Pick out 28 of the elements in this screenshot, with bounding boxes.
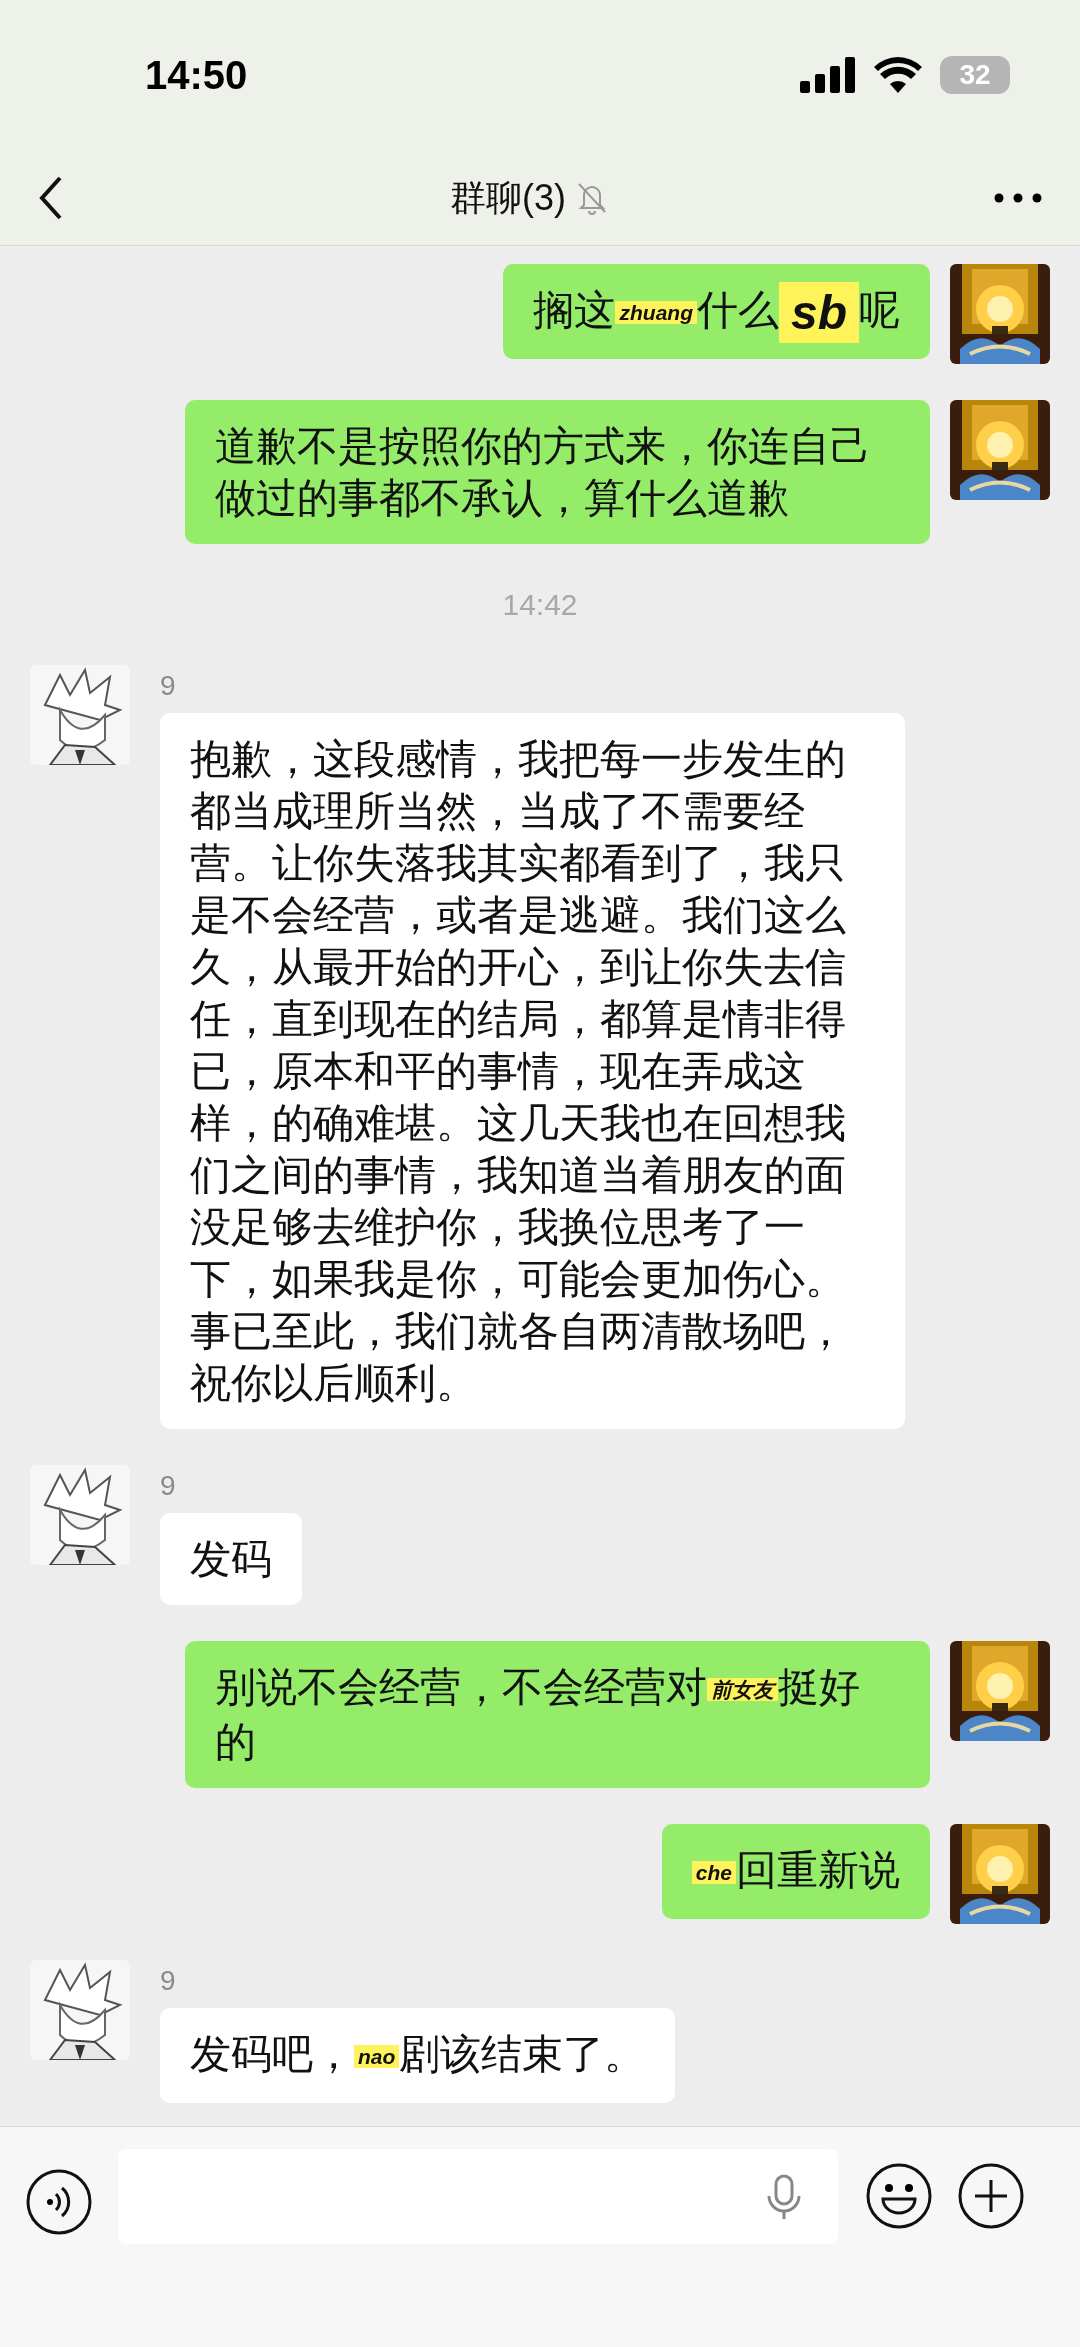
voice-icon[interactable] <box>26 2169 92 2235</box>
signal-icon <box>800 57 856 93</box>
sticker-label: sb <box>779 282 859 344</box>
more-icon[interactable] <box>994 192 1042 203</box>
message-bubble: che 回重新说 <box>661 1824 930 1920</box>
message-bubble: 发码 <box>160 1513 302 1605</box>
sender-name: 9 <box>160 1469 176 1503</box>
battery-indicator: 32 <box>940 56 1010 94</box>
message-bubble: 道歉不是按照你的方式来，你连自己做过的事都不承认，算什么道歉 <box>185 400 930 544</box>
sticker-label: che <box>691 1861 736 1885</box>
sticker-label: zhuang <box>615 301 697 325</box>
message-bubble: 发码吧，nao 剧该结束了。 <box>160 2008 676 2104</box>
timestamp: 14:42 <box>502 587 578 623</box>
back-icon[interactable] <box>38 175 64 220</box>
chat-title: 群聊(3) <box>450 175 566 220</box>
microphone-icon[interactable] <box>766 2173 802 2220</box>
sticker-label: nao <box>354 2045 400 2069</box>
sender-name: 9 <box>160 1964 176 1999</box>
emoji-icon[interactable] <box>866 2163 932 2229</box>
message-bubble: 抱歉，这段感情，我把每一步发生的都当成理所当然，当成了不需要经营。让你失落我其实都看到了，我只是不会经营，或者是逃避。我们这么久，从最开始的开心，到让你失去信任，直到现在的结局，都算是情非得已，原本和平的事情，现在弄成这样，的确难堪。这几天我也在回想我们之间的事情，我知道当着朋友的面没足够去维护你，我换位思考了一下，如果我是你，可能会更加伤心。事已至此，我们就各自两清散场吧，祝你以后顺利。 <box>160 713 905 1429</box>
sticker-label: 前女友 <box>707 1678 778 1702</box>
message-input-field[interactable] <box>118 2149 838 2244</box>
message-bubble: 别说不会经营，不会经营对 前女友挺好的 <box>185 1641 930 1789</box>
message-bubble: 搁这 zhuang什么 sb 呢 <box>503 264 930 360</box>
add-icon[interactable] <box>958 2163 1024 2229</box>
wifi-icon <box>874 57 922 93</box>
status-time: 14:50 <box>145 52 248 99</box>
sender-name: 9 <box>160 669 176 703</box>
